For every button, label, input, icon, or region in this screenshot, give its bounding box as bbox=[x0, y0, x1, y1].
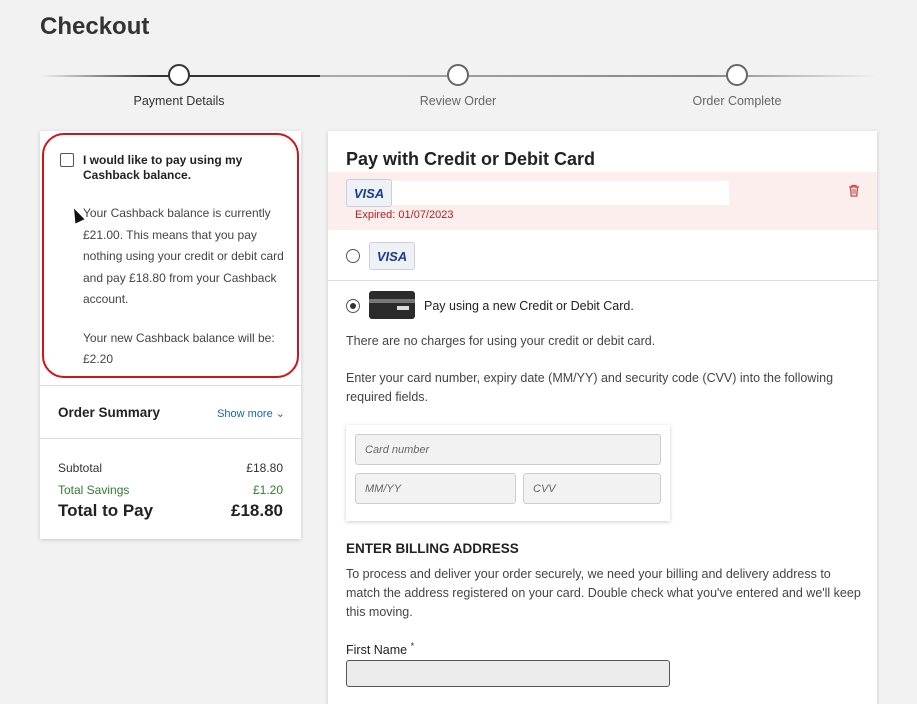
payment-title: Pay with Credit or Debit Card bbox=[346, 149, 596, 169]
saved-card-radio[interactable] bbox=[346, 249, 360, 263]
visa-logo-icon: VISA bbox=[346, 179, 392, 207]
billing-description: To process and deliver your order secure… bbox=[346, 567, 861, 619]
credit-card-icon bbox=[369, 291, 415, 319]
divider bbox=[328, 280, 877, 281]
checkout-stepper: Payment Details Review Order Order Compl… bbox=[40, 64, 877, 114]
total-value: £18.80 bbox=[231, 501, 283, 520]
first-name-text: First Name bbox=[346, 643, 408, 658]
saved-card-expired: VISA bbox=[328, 172, 877, 230]
step-order-complete: Order Complete bbox=[657, 64, 817, 108]
cashback-checkbox-label[interactable]: I would like to pay using my Cashback ba… bbox=[83, 153, 283, 183]
cashback-new-balance: Your new Cashback balance will be: £2.20 bbox=[83, 331, 275, 366]
subtotal-value: £18.80 bbox=[246, 461, 283, 475]
step-dot-icon bbox=[168, 64, 190, 86]
step-dot-icon bbox=[447, 64, 469, 86]
total-label: Total to Pay bbox=[58, 501, 154, 520]
first-name-label: First Name * bbox=[346, 641, 414, 657]
page-title: Checkout bbox=[40, 13, 150, 40]
billing-title: ENTER BILLING ADDRESS bbox=[346, 541, 519, 556]
payment-card: Pay with Credit or Debit Card VISA Expir… bbox=[328, 131, 877, 704]
savings-label: Total Savings bbox=[58, 483, 130, 497]
show-more-label: Show more bbox=[217, 408, 273, 420]
cashback-highlight: I would like to pay using my Cashback ba… bbox=[42, 133, 299, 378]
expiry-input[interactable]: MM/YY bbox=[355, 473, 516, 504]
cvv-input[interactable]: CVV bbox=[523, 473, 661, 504]
card-expired-text: Expired: 01/07/2023 bbox=[355, 209, 454, 221]
subtotal-label: Subtotal bbox=[58, 461, 103, 475]
step-label: Order Complete bbox=[692, 94, 782, 108]
savings-row: Total Savings £1.20 bbox=[58, 483, 283, 497]
step-label: Payment Details bbox=[133, 94, 225, 108]
visa-logo-icon: VISA bbox=[369, 242, 415, 270]
card-instructions: Enter your card number, expiry date (MM/… bbox=[346, 371, 834, 404]
chevron-down-icon: ⌄ bbox=[275, 408, 285, 420]
order-sidebar-card: I would like to pay using my Cashback ba… bbox=[40, 131, 301, 539]
show-more-link[interactable]: Show more ⌄ bbox=[217, 407, 285, 420]
trash-icon[interactable] bbox=[847, 184, 861, 198]
order-summary-title: Order Summary bbox=[58, 405, 161, 420]
new-card-label[interactable]: Pay using a new Credit or Debit Card. bbox=[424, 299, 634, 313]
step-review-order: Review Order bbox=[378, 64, 538, 108]
new-card-radio[interactable] bbox=[346, 299, 360, 313]
card-form: Card number MM/YY CVV bbox=[346, 425, 670, 521]
card-number-input[interactable]: Card number bbox=[355, 434, 661, 465]
no-charges-text: There are no charges for using your cred… bbox=[346, 334, 656, 348]
total-row: Total to Pay £18.80 bbox=[58, 501, 283, 521]
subtotal-row: Subtotal £18.80 bbox=[58, 461, 283, 475]
masked-card-number bbox=[392, 181, 729, 205]
divider bbox=[40, 385, 301, 386]
divider bbox=[40, 438, 301, 439]
first-name-input[interactable] bbox=[346, 660, 670, 687]
required-mark: * bbox=[410, 641, 415, 651]
cashback-checkbox[interactable] bbox=[60, 153, 74, 167]
cashback-description: Your Cashback balance is currently £21.0… bbox=[83, 206, 284, 306]
step-label: Review Order bbox=[419, 94, 497, 108]
step-payment-details: Payment Details bbox=[99, 64, 259, 108]
step-dot-icon bbox=[726, 64, 748, 86]
savings-value: £1.20 bbox=[252, 483, 283, 497]
